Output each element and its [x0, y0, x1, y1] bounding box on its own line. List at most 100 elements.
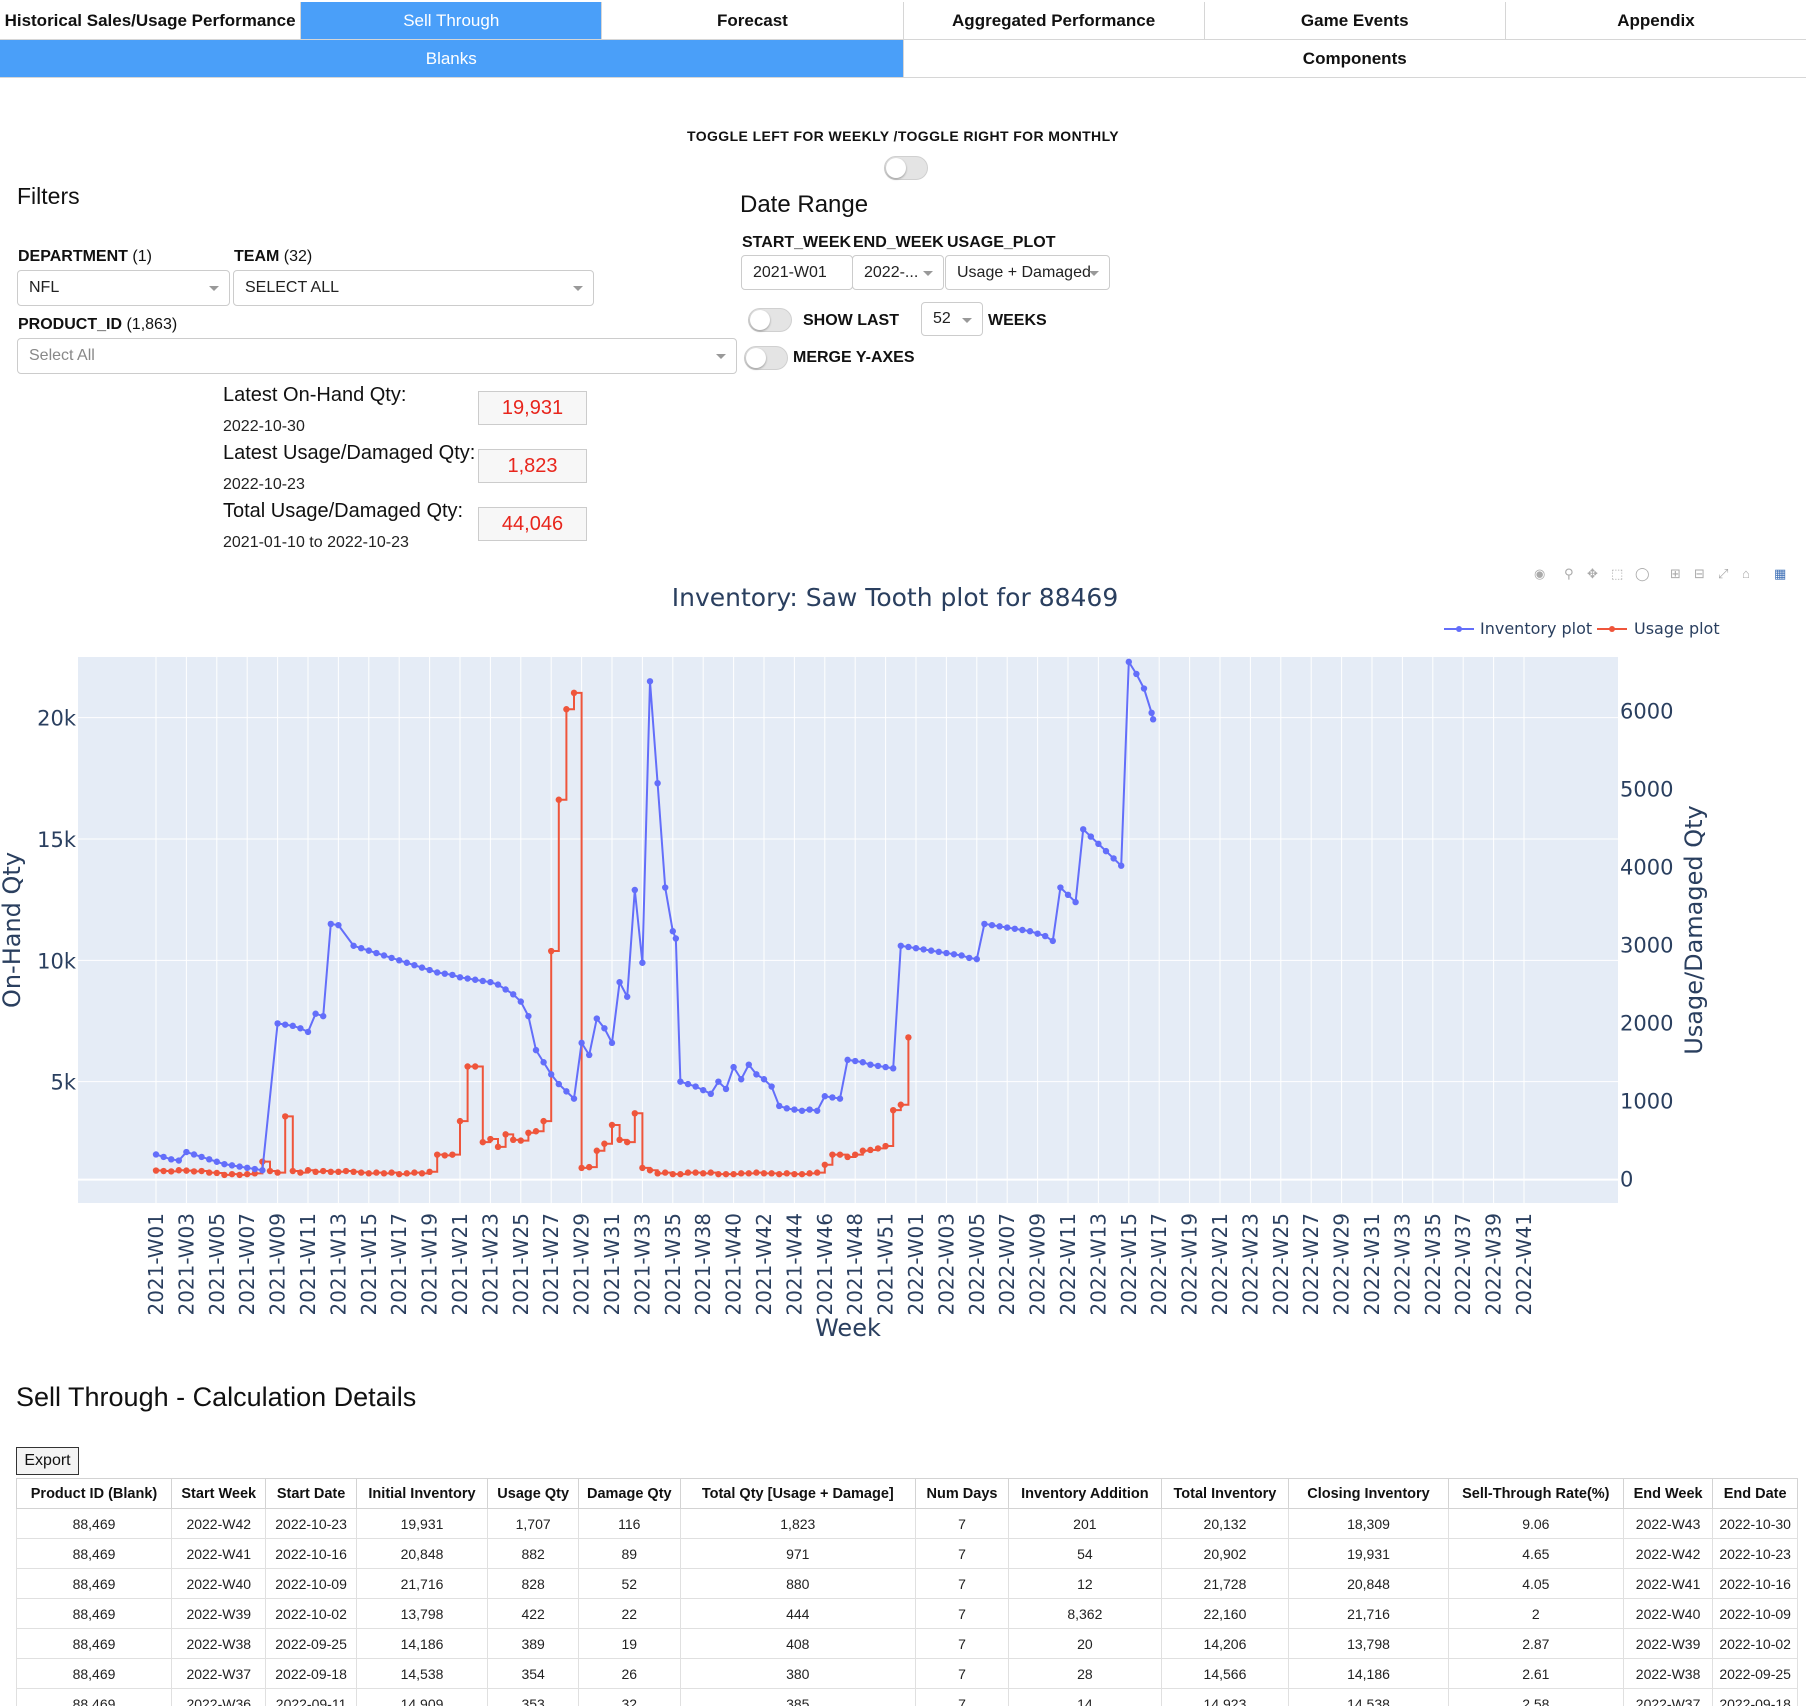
- data-point[interactable]: [897, 942, 904, 949]
- data-point[interactable]: [380, 952, 388, 959]
- data-point[interactable]: [380, 1170, 388, 1177]
- data-point[interactable]: [198, 1167, 205, 1175]
- data-point[interactable]: [418, 1170, 426, 1177]
- data-point[interactable]: [327, 920, 334, 928]
- data-point[interactable]: [312, 1168, 319, 1175]
- data-point[interactable]: [342, 1167, 350, 1175]
- data-point[interactable]: [563, 706, 570, 713]
- data-point[interactable]: [996, 923, 1003, 930]
- chart-legend[interactable]: Inventory plot Usage plot: [1444, 619, 1720, 638]
- data-point[interactable]: [274, 1169, 281, 1176]
- data-point[interactable]: [373, 1169, 380, 1176]
- usage-plot-dropdown[interactable]: Usage + Damaged: [945, 255, 1110, 290]
- data-point[interactable]: [1064, 891, 1072, 899]
- data-point[interactable]: [517, 998, 524, 1005]
- subtab-components[interactable]: Components: [903, 40, 1806, 77]
- data-point[interactable]: [646, 1167, 654, 1174]
- data-point[interactable]: [836, 1095, 844, 1102]
- data-point[interactable]: [517, 1137, 524, 1144]
- data-point[interactable]: [578, 1164, 585, 1172]
- data-point[interactable]: [365, 947, 372, 954]
- data-point[interactable]: [464, 975, 471, 982]
- data-point[interactable]: [365, 1170, 372, 1177]
- data-point[interactable]: [236, 1163, 243, 1170]
- data-point[interactable]: [768, 1170, 775, 1177]
- data-point[interactable]: [282, 1021, 289, 1028]
- data-point[interactable]: [510, 1136, 517, 1144]
- data-point[interactable]: [700, 1086, 707, 1094]
- data-point[interactable]: [487, 978, 494, 986]
- data-point[interactable]: [1140, 685, 1148, 692]
- data-point[interactable]: [464, 1063, 471, 1070]
- data-point[interactable]: [456, 1117, 464, 1125]
- data-point[interactable]: [373, 949, 380, 957]
- data-point[interactable]: [563, 1088, 570, 1095]
- end-week-dropdown[interactable]: 2022-...: [852, 255, 944, 290]
- data-point[interactable]: [783, 1105, 790, 1112]
- data-point[interactable]: [738, 1170, 745, 1177]
- data-point[interactable]: [1042, 932, 1049, 940]
- data-point[interactable]: [183, 1148, 190, 1156]
- department-dropdown[interactable]: NFL: [17, 270, 230, 306]
- tab-historical-sales[interactable]: Historical Sales/Usage Performance: [0, 2, 302, 39]
- data-point[interactable]: [814, 1169, 821, 1176]
- data-point[interactable]: [228, 1162, 236, 1169]
- data-point[interactable]: [540, 1117, 547, 1125]
- data-point[interactable]: [791, 1106, 798, 1113]
- data-point[interactable]: [874, 1062, 882, 1070]
- data-point[interactable]: [593, 1147, 600, 1154]
- export-button[interactable]: Export: [16, 1447, 79, 1475]
- table-row[interactable]: 88,469 2022-W36 2022-09-11 14,909 353 32 385 7 1…: [16, 1688, 1798, 1706]
- data-point[interactable]: [221, 1160, 228, 1168]
- tab-appendix[interactable]: Appendix: [1505, 2, 1806, 39]
- data-point[interactable]: [1125, 658, 1133, 666]
- data-point[interactable]: [152, 1151, 160, 1158]
- data-point[interactable]: [882, 1063, 889, 1071]
- data-point[interactable]: [738, 1076, 745, 1083]
- frequency-toggle[interactable]: [884, 156, 928, 180]
- data-point[interactable]: [730, 1170, 737, 1178]
- data-point[interactable]: [434, 1151, 441, 1158]
- data-point[interactable]: [745, 1170, 752, 1177]
- show-last-weeks-dropdown[interactable]: 52: [921, 302, 983, 336]
- tab-sell-through[interactable]: Sell Through: [301, 2, 603, 39]
- data-point[interactable]: [411, 961, 418, 969]
- data-point[interactable]: [897, 1101, 904, 1108]
- data-point[interactable]: [168, 1156, 175, 1163]
- data-point[interactable]: [441, 1152, 448, 1159]
- data-point[interactable]: [1049, 937, 1057, 945]
- data-point[interactable]: [928, 947, 935, 954]
- data-point[interactable]: [601, 1140, 608, 1147]
- data-point[interactable]: [304, 1028, 312, 1036]
- data-point[interactable]: [874, 1145, 882, 1152]
- start-week-input[interactable]: 2021-W01: [741, 255, 853, 290]
- column-header[interactable]: End Week: [1622, 1478, 1714, 1509]
- data-point[interactable]: [228, 1170, 236, 1178]
- data-point[interactable]: [555, 1080, 562, 1088]
- data-point[interactable]: [669, 1170, 676, 1178]
- data-point[interactable]: [190, 1168, 198, 1175]
- data-point[interactable]: [905, 943, 912, 951]
- data-point[interactable]: [206, 1156, 213, 1163]
- data-point[interactable]: [912, 945, 920, 952]
- data-point[interactable]: [616, 978, 623, 986]
- data-point[interactable]: [266, 1167, 274, 1175]
- data-point[interactable]: [950, 951, 958, 958]
- column-header[interactable]: Initial Inventory: [355, 1478, 489, 1509]
- data-point[interactable]: [988, 921, 996, 929]
- column-header[interactable]: Start Week: [170, 1478, 267, 1509]
- data-point[interactable]: [320, 1167, 327, 1175]
- data-point[interactable]: [1026, 928, 1034, 935]
- data-point[interactable]: [646, 678, 654, 685]
- data-point[interactable]: [251, 1165, 258, 1173]
- data-point[interactable]: [152, 1167, 160, 1174]
- data-point[interactable]: [753, 1071, 760, 1078]
- data-point[interactable]: [836, 1151, 844, 1158]
- column-header[interactable]: Total Inventory: [1160, 1478, 1290, 1509]
- data-point[interactable]: [449, 1151, 456, 1158]
- data-point[interactable]: [1080, 826, 1087, 833]
- tab-forecast[interactable]: Forecast: [602, 2, 904, 39]
- data-point[interactable]: [244, 1164, 251, 1172]
- data-point[interactable]: [631, 886, 638, 894]
- column-header[interactable]: Product ID (Blank): [16, 1478, 172, 1509]
